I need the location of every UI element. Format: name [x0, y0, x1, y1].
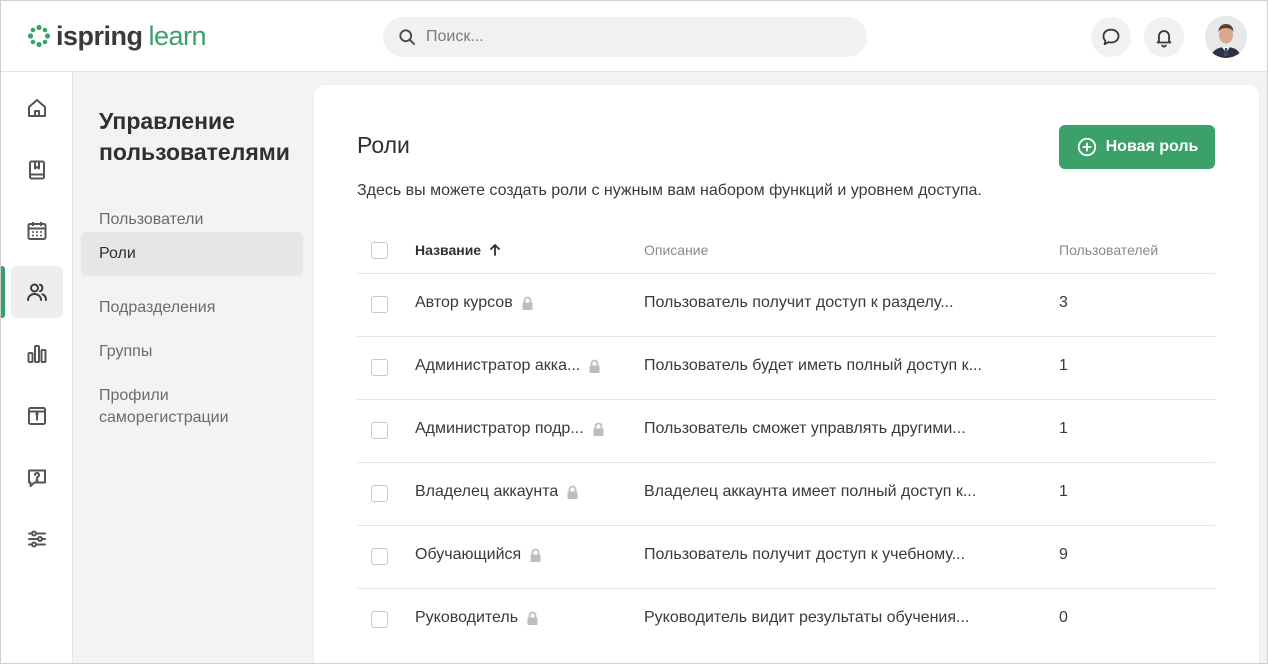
avatar-image [1205, 16, 1247, 58]
column-description-header: Описание [644, 242, 709, 258]
select-all-checkbox[interactable] [371, 242, 388, 259]
question-icon [28, 469, 46, 487]
role-description: Пользователь получит доступ к учебному..… [644, 546, 966, 563]
subnav-item-groups[interactable]: Группы [81, 330, 303, 374]
role-user-count: 1 [1059, 483, 1068, 500]
roles-table: Название Описание Пользователей Автор ку… [357, 231, 1215, 652]
table-row[interactable]: Автор курсов Пользователь получит доступ… [357, 274, 1215, 337]
role-name[interactable]: Обучающийся [415, 546, 521, 564]
row-checkbox[interactable] [371, 422, 388, 439]
role-name[interactable]: Владелец аккаунта [415, 483, 558, 501]
table-row[interactable]: Администратор подр... Пользователь сможе… [357, 400, 1215, 463]
lock-icon [567, 485, 578, 499]
table-header: Название Описание Пользователей [357, 231, 1215, 274]
rail-item-info[interactable] [11, 390, 63, 442]
plus-circle-icon [1077, 137, 1096, 157]
row-checkbox[interactable] [371, 296, 388, 313]
role-name-cell: Обучающийся [415, 546, 542, 564]
app-frame: ispring learn Поиск... Управление пользо… [0, 0, 1268, 664]
subnav-item-departments[interactable]: Подразделения [81, 286, 303, 330]
table-row[interactable]: Владелец аккаунта Владелец аккаунта имее… [357, 463, 1215, 526]
rail-item-home[interactable] [11, 82, 63, 134]
role-user-count: 1 [1059, 357, 1068, 374]
role-description: Владелец аккаунта имеет полный доступ к.… [644, 483, 977, 500]
role-name[interactable]: Автор курсов [415, 294, 513, 312]
role-name-cell: Администратор акка... [415, 357, 601, 375]
search-box[interactable] [383, 17, 867, 57]
rail-item-calendar[interactable] [11, 205, 63, 257]
rail-item-reports[interactable] [11, 328, 63, 380]
search-input[interactable] [426, 28, 826, 46]
bell-icon [1156, 30, 1172, 48]
lock-icon [593, 422, 604, 436]
logo[interactable]: ispring learn [27, 20, 207, 51]
page-description: Здесь вы можете создать роли с нужным ва… [357, 182, 982, 199]
rail-item-users[interactable] [11, 266, 63, 318]
subnav-item-self-registration[interactable]: Профили саморегистрации [81, 374, 281, 440]
sliders-icon [28, 530, 46, 548]
sort-arrow-up-icon [490, 244, 500, 256]
home-icon [28, 99, 46, 117]
info-icon [28, 407, 46, 425]
chart-icon [27, 345, 47, 363]
new-role-label: Новая роль [1105, 138, 1199, 155]
notifications-button[interactable] [1144, 17, 1184, 57]
section-title: Управление пользователями [99, 108, 290, 165]
logo-text-ispring: ispring [56, 20, 143, 51]
user-avatar[interactable] [1205, 16, 1247, 58]
row-checkbox[interactable] [371, 548, 388, 565]
role-description: Руководитель видит результаты обучения..… [644, 609, 970, 626]
role-user-count: 9 [1059, 546, 1068, 563]
ispring-logo-icon [27, 24, 51, 48]
icon-rail [1, 72, 73, 663]
logo-text-learn: learn [148, 20, 207, 51]
roles-panel: Роли Новая роль Здесь вы можете создать … [314, 85, 1259, 663]
role-name-cell: Администратор подр... [415, 420, 605, 438]
page-title: Роли [357, 132, 410, 158]
row-checkbox[interactable] [371, 611, 388, 628]
lock-icon [530, 548, 541, 562]
role-name[interactable]: Руководитель [415, 609, 518, 627]
calendar-icon [27, 222, 47, 240]
role-description: Пользователь сможет управлять другими... [644, 420, 966, 437]
section-nav: Управление пользователями Пользователи Р… [73, 72, 313, 663]
row-checkbox[interactable] [371, 359, 388, 376]
role-name-cell: Руководитель [415, 609, 539, 627]
rail-item-courses[interactable] [11, 144, 63, 196]
role-user-count: 0 [1059, 609, 1068, 626]
role-user-count: 3 [1059, 294, 1068, 311]
book-icon [29, 160, 45, 180]
table-row[interactable]: Руководитель Руководитель видит результа… [357, 589, 1215, 652]
rail-item-help[interactable] [11, 452, 63, 504]
rail-item-settings[interactable] [11, 513, 63, 565]
subnav-item-roles[interactable]: Роли [81, 232, 303, 276]
table-row[interactable]: Обучающийся Пользователь получит доступ … [357, 526, 1215, 589]
role-name[interactable]: Администратор акка... [415, 357, 580, 375]
lock-icon [527, 611, 538, 625]
role-description: Пользователь получит доступ к разделу... [644, 294, 954, 311]
role-name-cell: Владелец аккаунта [415, 483, 579, 501]
row-checkbox[interactable] [371, 485, 388, 502]
role-user-count: 1 [1059, 420, 1068, 437]
role-name[interactable]: Администратор подр... [415, 420, 584, 438]
new-role-button[interactable]: Новая роль [1059, 125, 1215, 169]
table-row[interactable]: Администратор акка... Пользователь будет… [357, 337, 1215, 400]
search-icon [399, 29, 415, 45]
role-name-cell: Автор курсов [415, 294, 534, 312]
users-icon [27, 283, 47, 301]
chat-icon [1102, 28, 1120, 46]
column-name-header[interactable]: Название [415, 242, 503, 258]
role-description: Пользователь будет иметь полный доступ к… [644, 357, 982, 374]
chat-button[interactable] [1091, 17, 1131, 57]
column-users-header: Пользователей [1059, 242, 1159, 258]
column-name-label: Название [415, 242, 482, 258]
top-bar: ispring learn [1, 1, 1267, 72]
lock-icon [522, 296, 533, 310]
active-indicator [1, 266, 5, 318]
lock-icon [589, 359, 600, 373]
